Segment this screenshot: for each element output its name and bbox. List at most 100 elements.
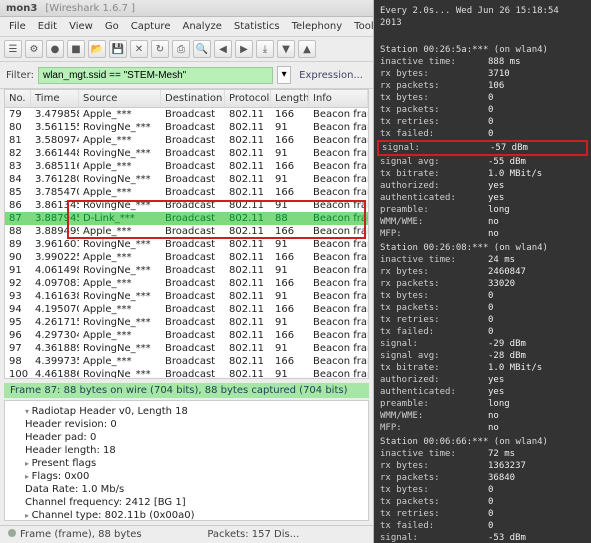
status-bar: Frame (frame), 88 bytes Packets: 157 Dis… <box>0 525 373 543</box>
station-header: Station 00:26:08:*** (on wlan4) <box>374 242 591 254</box>
table-row[interactable]: 893.961601RovingNe_***Broadcast802.1191B… <box>5 238 368 251</box>
detail-line[interactable]: Channel type: 802.11b (0x00a0) <box>13 509 360 521</box>
table-row[interactable]: 914.061498RovingNe_***Broadcast802.1191B… <box>5 264 368 277</box>
table-row[interactable]: 853.785470Apple_***Broadcast802.11166Bea… <box>5 186 368 199</box>
filter-label: Filter: <box>6 70 34 81</box>
table-row[interactable]: 873.887945D-Link_***Broadcast802.1188Bea… <box>5 212 368 225</box>
col-destination[interactable]: Destination <box>161 90 225 107</box>
table-row[interactable]: 843.761280RovingNe_***Broadcast802.1191B… <box>5 173 368 186</box>
detail-line[interactable]: Data Rate: 1.0 Mb/s <box>13 483 360 496</box>
table-row[interactable]: 934.161638RovingNe_***Broadcast802.1191B… <box>5 290 368 303</box>
jump-icon[interactable]: ⤓ <box>256 40 274 58</box>
station-row: authorized:yes <box>374 374 591 386</box>
station-row: rx packets:33020 <box>374 278 591 290</box>
col-source[interactable]: Source <box>79 90 161 107</box>
station-row: tx bytes:0 <box>374 290 591 302</box>
station-row: tx failed:0 <box>374 128 591 140</box>
status-left: Frame (frame), 88 bytes <box>20 529 142 540</box>
wireshark-pane: mon3 [Wireshark 1.6.7 ] FileEditViewGoCa… <box>0 0 374 543</box>
table-row[interactable]: 823.661448RovingNe_***Broadcast802.1191B… <box>5 147 368 160</box>
filter-input[interactable] <box>38 67 273 84</box>
table-row[interactable]: 954.261715RovingNe_***Broadcast802.1191B… <box>5 316 368 329</box>
station-row: tx bitrate:1.0 MBit/s <box>374 168 591 180</box>
station-row: inactive time:72 ms <box>374 448 591 460</box>
packet-details[interactable]: Radiotap Header v0, Length 18Header revi… <box>4 400 369 521</box>
station-row: inactive time:24 ms <box>374 254 591 266</box>
stop-icon[interactable]: ■ <box>67 40 85 58</box>
forward-icon[interactable]: ▶ <box>235 40 253 58</box>
menu-edit[interactable]: Edit <box>33 19 62 34</box>
station-row: tx bitrate:1.0 MBit/s <box>374 362 591 374</box>
col-info[interactable]: Info <box>309 90 368 107</box>
menu-telephony[interactable]: Telephony <box>287 19 348 34</box>
detail-line[interactable]: Header pad: 0 <box>13 431 360 444</box>
up-icon[interactable]: ▲ <box>298 40 316 58</box>
station-row: tx bytes:0 <box>374 484 591 496</box>
table-row[interactable]: 863.861345RovingNe_***Broadcast802.1191B… <box>5 199 368 212</box>
col-no[interactable]: No. <box>5 90 31 107</box>
col-length[interactable]: Length <box>271 90 309 107</box>
station-header: Station 00:26:5a:*** (on wlan4) <box>374 44 591 56</box>
list-icon[interactable]: ☰ <box>4 40 22 58</box>
down-icon[interactable]: ▼ <box>277 40 295 58</box>
station-row: authenticated:yes <box>374 192 591 204</box>
detail-line[interactable]: Channel frequency: 2412 [BG 1] <box>13 496 360 509</box>
col-time[interactable]: Time <box>31 90 79 107</box>
station-row: rx bytes:3710 <box>374 68 591 80</box>
menu-view[interactable]: View <box>64 19 98 34</box>
detail-line[interactable]: Header length: 18 <box>13 444 360 457</box>
station-row: tx retries:0 <box>374 314 591 326</box>
detail-line[interactable]: Present flags <box>13 457 360 470</box>
packet-list[interactable]: No.TimeSourceDestinationProtocolLengthIn… <box>4 89 369 379</box>
print-icon[interactable]: ⎙ <box>172 40 190 58</box>
table-row[interactable]: 924.097083Apple_***Broadcast802.11166Bea… <box>5 277 368 290</box>
station-row: signal:-29 dBm <box>374 338 591 350</box>
detail-line[interactable]: Radiotap Header v0, Length 18 <box>13 405 360 418</box>
table-row[interactable]: 984.399735Apple_***Broadcast802.11166Bea… <box>5 355 368 368</box>
window-subtitle: [Wireshark 1.6.7 ] <box>45 3 135 14</box>
station-row: rx bytes:2460847 <box>374 266 591 278</box>
menu-file[interactable]: File <box>4 19 31 34</box>
table-row[interactable]: 793.479858Apple_***Broadcast802.11166Bea… <box>5 108 368 121</box>
detail-line[interactable]: Flags: 0x00 <box>13 470 360 483</box>
table-row[interactable]: 833.685116Apple_***Broadcast802.11166Bea… <box>5 160 368 173</box>
station-header: Station 00:06:66:*** (on wlan4) <box>374 436 591 448</box>
menu-capture[interactable]: Capture <box>126 19 176 34</box>
menu-analyze[interactable]: Analyze <box>177 19 226 34</box>
table-row[interactable]: 903.990225Apple_***Broadcast802.11166Bea… <box>5 251 368 264</box>
filter-dropdown[interactable]: ▾ <box>277 66 291 84</box>
gear-icon[interactable]: ⚙ <box>25 40 43 58</box>
terminal-header: Every 2.0s... Wed Jun 26 15:18:54 2013 <box>374 4 591 30</box>
packet-header-row: No.TimeSourceDestinationProtocolLengthIn… <box>5 90 368 108</box>
back-icon[interactable]: ◀ <box>214 40 232 58</box>
table-row[interactable]: 974.361889RovingNe_***Broadcast802.1191B… <box>5 342 368 355</box>
status-dot-icon <box>8 529 16 537</box>
folder-icon[interactable]: 📂 <box>88 40 106 58</box>
station-row: tx packets:0 <box>374 104 591 116</box>
table-row[interactable]: 944.195070Apple_***Broadcast802.11166Bea… <box>5 303 368 316</box>
station-row: tx bytes:0 <box>374 92 591 104</box>
station-row: signal avg:-55 dBm <box>374 156 591 168</box>
table-row[interactable]: 1004.461886RovingNe_***Broadcast802.1191… <box>5 368 368 379</box>
station-row: preamble:long <box>374 398 591 410</box>
record-icon[interactable]: ● <box>46 40 64 58</box>
table-row[interactable]: 964.297304Apple_***Broadcast802.11166Bea… <box>5 329 368 342</box>
expression-button[interactable]: Expression... <box>295 70 367 81</box>
terminal-pane[interactable]: Every 2.0s... Wed Jun 26 15:18:54 2013 St… <box>374 0 591 543</box>
reload-icon[interactable]: ↻ <box>151 40 169 58</box>
save-icon[interactable]: 💾 <box>109 40 127 58</box>
menu-go[interactable]: Go <box>100 19 124 34</box>
menu-statistics[interactable]: Statistics <box>229 19 285 34</box>
table-row[interactable]: 803.561155RovingNe_***Broadcast802.1191B… <box>5 121 368 134</box>
detail-line[interactable]: Header revision: 0 <box>13 418 360 431</box>
station-row: authenticated:yes <box>374 386 591 398</box>
table-row[interactable]: 813.580974Apple_***Broadcast802.11166Bea… <box>5 134 368 147</box>
status-mid: Packets: 157 Dis... <box>207 529 299 540</box>
frame-summary-bar: Frame 87: 88 bytes on wire (704 bits), 8… <box>4 383 369 398</box>
search-icon[interactable]: 🔍 <box>193 40 211 58</box>
col-protocol[interactable]: Protocol <box>225 90 271 107</box>
table-row[interactable]: 883.889499Apple_***Broadcast802.11166Bea… <box>5 225 368 238</box>
close-icon[interactable]: ✕ <box>130 40 148 58</box>
filter-bar: Filter: ▾ Expression... <box>0 62 373 89</box>
station-row: MFP:no <box>374 422 591 434</box>
